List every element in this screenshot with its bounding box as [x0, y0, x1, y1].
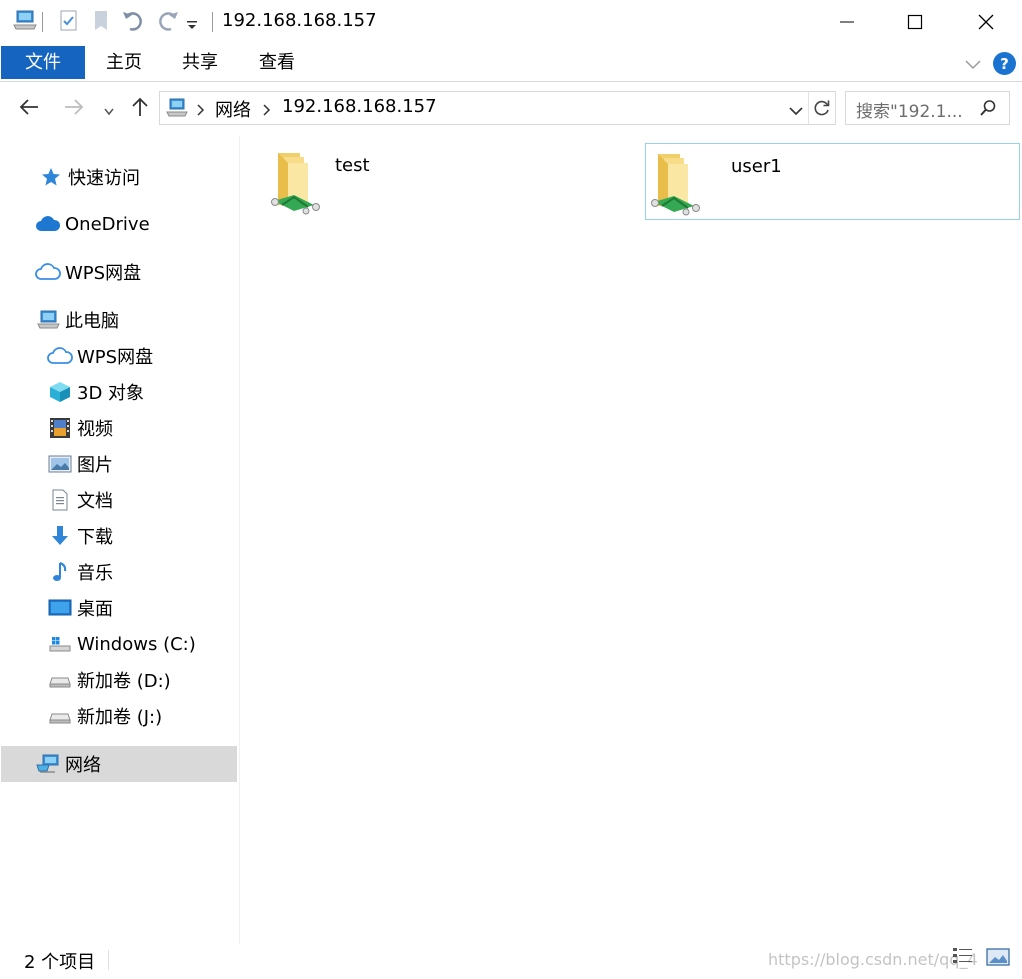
- document-icon: [47, 488, 73, 512]
- recent-locations-chevron-icon[interactable]: [103, 102, 115, 121]
- folder-name: test: [335, 155, 370, 176]
- breadcrumb-network[interactable]: 网络: [215, 96, 251, 122]
- help-icon[interactable]: ?: [993, 52, 1016, 75]
- tab-file[interactable]: 文件: [1, 46, 85, 79]
- nav-item-quick-access[interactable]: 快速访问: [38, 159, 140, 195]
- toolbar-separator: [212, 12, 213, 32]
- desktop-icon: [47, 596, 73, 620]
- shared-folder-user1[interactable]: user1: [645, 143, 1020, 220]
- cube-3d-icon: [47, 380, 73, 404]
- nav-item-3d-objects[interactable]: 3D 对象: [47, 374, 144, 410]
- computer-icon[interactable]: [12, 8, 38, 36]
- nav-label: 文档: [77, 491, 113, 512]
- shared-folder-icon: [650, 150, 710, 222]
- nav-item-wps-drive[interactable]: WPS网盘: [35, 254, 141, 290]
- windows-drive-icon: [47, 632, 73, 656]
- navigation-bar: 网络 192.168.168.157 搜索"192.1...: [0, 82, 1022, 136]
- video-film-icon: [47, 416, 73, 440]
- nav-label: 网络: [65, 755, 101, 776]
- nav-item-desktop[interactable]: 桌面: [47, 590, 113, 626]
- nav-label: 桌面: [77, 599, 113, 620]
- shared-folder-test[interactable]: test: [250, 143, 625, 220]
- window-title: 192.168.168.157: [222, 10, 377, 31]
- tab-home[interactable]: 主页: [92, 46, 156, 79]
- redo-icon[interactable]: [153, 8, 181, 38]
- network-icon: [35, 752, 61, 776]
- nav-item-videos[interactable]: 视频: [47, 410, 113, 446]
- nav-label: WPS网盘: [77, 347, 154, 368]
- nav-item-onedrive[interactable]: OneDrive: [35, 206, 150, 242]
- breadcrumb-host[interactable]: 192.168.168.157: [282, 96, 437, 117]
- nav-item-music[interactable]: 音乐: [47, 554, 113, 590]
- nav-item-this-pc[interactable]: 此电脑: [35, 302, 119, 338]
- shared-folder-icon: [270, 149, 330, 221]
- back-icon[interactable]: [18, 96, 40, 122]
- nav-label: 3D 对象: [77, 383, 145, 404]
- nav-item-drive-j[interactable]: 新加卷 (J:): [47, 698, 162, 734]
- star-icon: [38, 165, 64, 189]
- cloud-icon: [35, 212, 61, 236]
- download-arrow-icon: [47, 524, 73, 548]
- watermark-text: https://blog.csdn.net/qq_4: [768, 950, 978, 969]
- undo-icon[interactable]: [120, 8, 148, 38]
- address-bar[interactable]: 网络 192.168.168.157: [159, 91, 836, 125]
- nav-label: Windows (C:): [77, 633, 196, 655]
- nav-label: 快速访问: [68, 168, 140, 189]
- nav-label: 此电脑: [65, 311, 119, 332]
- properties-icon[interactable]: [58, 8, 80, 38]
- expand-ribbon-icon[interactable]: [964, 56, 982, 75]
- nav-item-documents[interactable]: 文档: [47, 482, 113, 518]
- wps-cloud-icon: [47, 344, 73, 368]
- breadcrumb-chevron-icon[interactable]: [196, 102, 206, 121]
- new-folder-icon[interactable]: [92, 8, 110, 38]
- nav-label: 图片: [77, 455, 113, 476]
- maximize-button[interactable]: [880, 0, 950, 44]
- ribbon-tabs: 文件 主页 共享 查看: [0, 44, 1022, 82]
- tab-view[interactable]: 查看: [245, 46, 309, 79]
- nav-item-pictures[interactable]: 图片: [47, 446, 113, 482]
- large-icons-view-icon[interactable]: [986, 946, 1010, 972]
- nav-item-downloads[interactable]: 下载: [47, 518, 113, 554]
- search-box[interactable]: 搜索"192.1...: [845, 91, 1010, 125]
- nav-label: 视频: [77, 419, 113, 440]
- drive-icon: [47, 704, 73, 728]
- breadcrumb-chevron-icon[interactable]: [262, 102, 272, 121]
- minimize-button[interactable]: [812, 0, 882, 44]
- nav-item-network[interactable]: 网络: [1, 746, 237, 782]
- this-pc-icon: [35, 308, 61, 332]
- address-history-dropdown-icon[interactable]: [788, 102, 804, 121]
- status-item-count: 2 个项目: [24, 952, 96, 973]
- close-button[interactable]: [951, 0, 1021, 44]
- nav-item-wps-drive-pc[interactable]: WPS网盘: [47, 338, 153, 374]
- refresh-icon[interactable]: [812, 98, 832, 122]
- up-icon[interactable]: [129, 96, 151, 122]
- nav-label: 新加卷 (D:): [77, 671, 171, 692]
- details-view-icon[interactable]: [952, 946, 974, 972]
- status-separator: [108, 950, 109, 970]
- nav-label: OneDrive: [65, 213, 150, 235]
- forward-icon[interactable]: [63, 96, 85, 122]
- nav-label: 新加卷 (J:): [77, 707, 163, 728]
- customize-dropdown-icon[interactable]: [186, 16, 198, 35]
- search-input[interactable]: 搜索"192.1...: [856, 97, 963, 122]
- picture-icon: [47, 452, 73, 476]
- tab-share[interactable]: 共享: [168, 46, 232, 79]
- network-location-icon: [164, 97, 190, 123]
- wps-cloud-icon: [35, 260, 61, 284]
- nav-label: WPS网盘: [65, 263, 142, 284]
- drive-icon: [47, 668, 73, 692]
- nav-label: 下载: [77, 527, 113, 548]
- nav-label: 音乐: [77, 563, 113, 584]
- navigation-pane: 快速访问 OneDrive WPS网盘 此电脑 WPS网盘 3D 对象 视频 图…: [0, 136, 240, 944]
- nav-item-drive-c[interactable]: Windows (C:): [47, 626, 196, 662]
- toolbar-separator: [42, 12, 43, 32]
- folder-name: user1: [731, 156, 782, 177]
- nav-item-drive-d[interactable]: 新加卷 (D:): [47, 662, 171, 698]
- music-note-icon: [47, 560, 73, 584]
- title-bar: 192.168.168.157: [0, 0, 1022, 44]
- search-icon[interactable]: [979, 99, 997, 121]
